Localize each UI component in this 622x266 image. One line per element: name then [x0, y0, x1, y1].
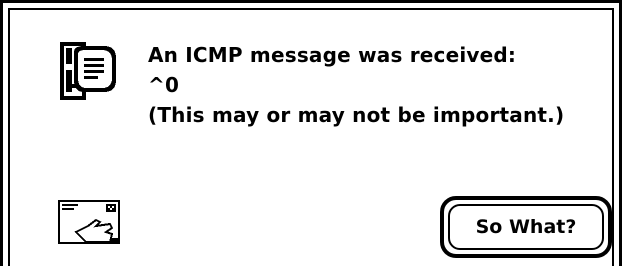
so-what-button[interactable]: So What?: [448, 204, 604, 250]
envelope-hand-icon: [58, 200, 120, 244]
icmp-alert-dialog: An ICMP message was received: ^0 (This m…: [0, 0, 622, 266]
alert-message: An ICMP message was received: ^0 (This m…: [148, 40, 588, 130]
alert-speech-icon: [60, 42, 116, 100]
message-line-3: (This may or may not be important.): [148, 103, 565, 127]
message-line-2: ^0: [148, 73, 180, 97]
message-line-1: An ICMP message was received:: [148, 43, 517, 67]
